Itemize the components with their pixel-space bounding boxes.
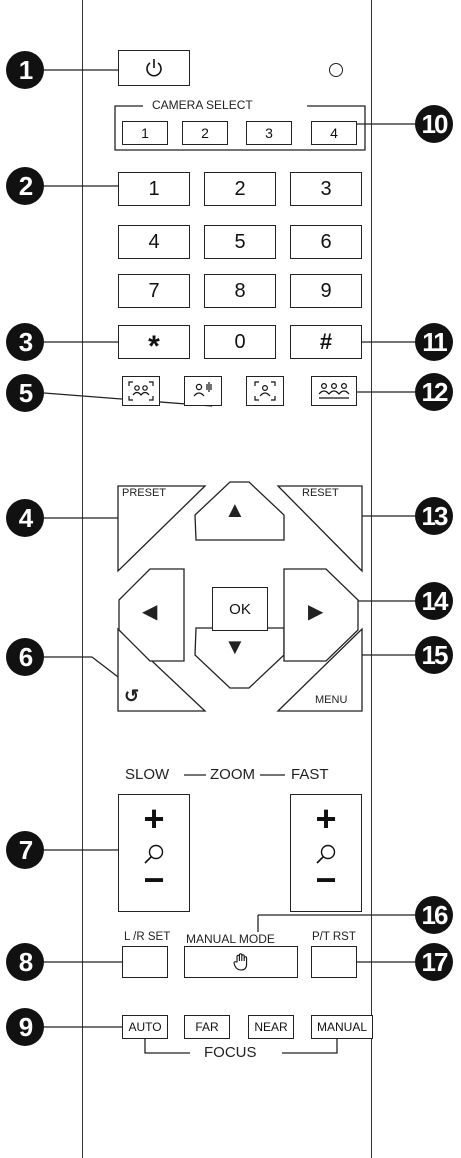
callout-9: 9: [6, 1008, 44, 1046]
zoom-in-plus-icon: +: [143, 798, 165, 839]
callout-17: 17: [415, 943, 453, 981]
camera-select-1-button[interactable]: 1: [122, 121, 168, 145]
indicator-light: [329, 63, 343, 77]
callout-14: 14: [415, 582, 453, 620]
zoom-slow-button[interactable]: + −: [118, 794, 190, 912]
manual-mode-button[interactable]: [184, 946, 298, 978]
person-frame-icon: [254, 381, 276, 401]
back-arrow-icon: ↺: [124, 686, 140, 706]
key-1[interactable]: 1: [118, 172, 190, 206]
camera-select-label: CAMERA SELECT: [150, 98, 255, 112]
multi-person-icon: [318, 382, 350, 399]
zoom-slow-label: SLOW: [125, 766, 170, 783]
group-framing-button[interactable]: [122, 376, 160, 406]
group-frame-icon: [128, 381, 154, 401]
key-9[interactable]: 9: [290, 274, 362, 308]
camera-select-3-button[interactable]: 3: [246, 121, 292, 145]
hand-icon: [233, 953, 248, 971]
zoom-out-minus-icon: −: [315, 859, 337, 900]
camera-select-4-button[interactable]: 4: [311, 121, 357, 145]
up-arrow-icon: ▲: [224, 497, 246, 522]
auto-framing-button[interactable]: [246, 376, 284, 406]
key-3[interactable]: 3: [290, 172, 362, 206]
key-5[interactable]: 5: [204, 225, 276, 259]
callout-1: 1: [6, 51, 44, 89]
callout-16: 16: [415, 896, 453, 934]
zoom-fast-button[interactable]: + −: [290, 794, 362, 912]
focus-manual-button[interactable]: MANUAL: [311, 1015, 373, 1039]
zoom-out-minus-icon: −: [143, 859, 165, 900]
key-7[interactable]: 7: [118, 274, 190, 308]
callout-7: 7: [6, 831, 44, 869]
key-6[interactable]: 6: [290, 225, 362, 259]
zoom-fast-label: FAST: [291, 766, 329, 783]
down-arrow-icon: ▼: [224, 634, 246, 659]
callout-4: 4: [6, 499, 44, 537]
focus-label: FOCUS: [204, 1044, 257, 1061]
lr-set-label: L /R SET: [124, 931, 171, 943]
menu-label: MENU: [315, 694, 348, 706]
key-4[interactable]: 4: [118, 225, 190, 259]
focus-far-button[interactable]: FAR: [184, 1015, 230, 1039]
focus-near-button[interactable]: NEAR: [248, 1015, 294, 1039]
callout-13: 13: [415, 497, 453, 535]
camera-select-2-button[interactable]: 2: [182, 121, 228, 145]
callout-3: 3: [6, 323, 44, 361]
speaker-tracking-button[interactable]: [184, 376, 222, 406]
lr-set-button[interactable]: [122, 946, 168, 978]
left-arrow-icon: ◀: [142, 601, 158, 623]
pt-rst-button[interactable]: [311, 946, 357, 978]
power-button[interactable]: [118, 50, 190, 86]
right-arrow-icon: ▶: [308, 601, 324, 623]
key-0[interactable]: 0: [204, 325, 276, 359]
focus-auto-button[interactable]: AUTO: [122, 1015, 168, 1039]
zoom-label: ZOOM: [210, 766, 255, 783]
ok-button[interactable]: OK: [212, 587, 268, 631]
speaker-track-icon: [193, 382, 212, 397]
key-hash[interactable]: #: [290, 325, 362, 359]
key-star[interactable]: *: [118, 325, 190, 363]
callout-10: 10: [415, 105, 453, 143]
manual-mode-label: MANUAL MODE: [184, 932, 277, 946]
callout-6: 6: [6, 638, 44, 676]
key-2[interactable]: 2: [204, 172, 276, 206]
multi-person-button[interactable]: [311, 376, 357, 406]
callout-15: 15: [415, 636, 453, 674]
key-8[interactable]: 8: [204, 274, 276, 308]
callout-12: 12: [415, 373, 453, 411]
callout-2: 2: [6, 167, 44, 205]
callout-11: 11: [415, 323, 453, 361]
power-icon: [146, 59, 162, 77]
callout-8: 8: [6, 943, 44, 981]
pt-rst-label: P/T RST: [312, 931, 356, 943]
preset-label: PRESET: [122, 487, 167, 499]
zoom-in-plus-icon: +: [315, 798, 337, 839]
callout-5: 5: [6, 374, 44, 412]
reset-label: RESET: [302, 487, 339, 499]
